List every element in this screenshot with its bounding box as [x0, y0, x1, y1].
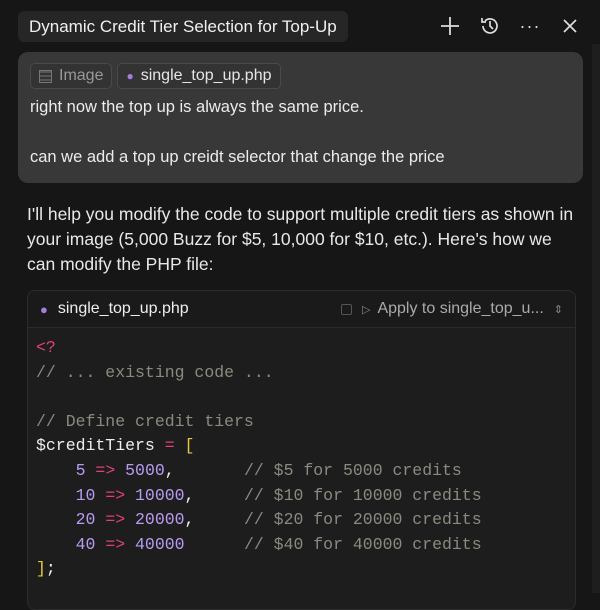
- code-token: 5: [36, 460, 96, 480]
- close-icon: [563, 19, 577, 33]
- code-token: =>: [95, 460, 116, 480]
- code-line: 40 => 40000 // $40 for 40000 credits: [36, 533, 575, 558]
- code-line: <?: [36, 336, 575, 361]
- header-actions: ···: [438, 12, 582, 40]
- code-token: // Define credit tiers: [36, 411, 254, 431]
- code-token: =>: [105, 510, 126, 530]
- image-icon: [39, 69, 52, 83]
- code-token: =>: [105, 534, 126, 554]
- chip-label: Image: [59, 67, 104, 84]
- code-token: // $20 for 20000 credits: [243, 510, 482, 530]
- user-message[interactable]: Image ● single_top_up.php right now the t…: [18, 52, 583, 183]
- code-token: // ... existing code ...: [36, 362, 274, 382]
- code-token: 10: [36, 485, 106, 505]
- code-token: ,: [164, 460, 244, 480]
- code-token: =: [164, 436, 175, 456]
- php-elephant-icon: ●: [40, 301, 48, 317]
- code-token: $creditTiers: [36, 436, 165, 456]
- code-line: ];: [36, 557, 575, 582]
- code-line: $creditTiers = [: [36, 434, 575, 459]
- code-filename[interactable]: single_top_up.php: [58, 300, 189, 318]
- ellipsis-icon: ···: [519, 15, 541, 36]
- code-token: 40000: [125, 534, 185, 554]
- message-line: can we add a top up creidt selector that…: [30, 148, 445, 166]
- copy-icon[interactable]: [340, 303, 352, 315]
- code-block: ● single_top_up.php ▷ Apply to single_top…: [27, 290, 576, 610]
- apply-label: Apply to single_top_u...: [377, 300, 544, 317]
- play-icon: ▷: [361, 303, 371, 316]
- plus-icon: [441, 17, 459, 35]
- history-icon: [481, 18, 498, 34]
- scrollbar[interactable]: [592, 44, 600, 593]
- code-token: [: [184, 436, 195, 456]
- attachment-chip-file[interactable]: ● single_top_up.php: [117, 63, 281, 89]
- apply-button[interactable]: ▷ Apply to single_top_u...: [362, 300, 544, 318]
- assistant-response: I'll help you modify the code to support…: [27, 204, 574, 274]
- code-token: // $5 for 5000 credits: [243, 460, 462, 480]
- code-token: =>: [105, 485, 126, 505]
- history-button[interactable]: [478, 12, 502, 40]
- code-token: // $10 for 10000 credits: [243, 485, 482, 505]
- chat-title: Dynamic Credit Tier Selection for Top-Up: [18, 11, 348, 42]
- attachment-chip-image[interactable]: Image: [30, 63, 113, 89]
- code-token: <?: [36, 338, 56, 357]
- php-elephant-icon: ●: [126, 69, 134, 83]
- more-button[interactable]: ···: [518, 12, 542, 40]
- code-line: 20 => 20000, // $20 for 20000 credits: [36, 508, 575, 533]
- code-line: 5 => 5000, // $5 for 5000 credits: [36, 459, 575, 484]
- code-token: ,: [184, 510, 244, 530]
- code-block-header: ● single_top_up.php ▷ Apply to single_top…: [28, 291, 575, 328]
- code-content: <? // ... existing code ... // Define cred…: [28, 328, 575, 582]
- code-token: ,: [184, 485, 244, 505]
- code-token: 40: [36, 534, 106, 554]
- code-token: // $40 for 40000 credits: [243, 534, 482, 554]
- new-chat-button[interactable]: [438, 12, 462, 40]
- code-line: // Define credit tiers: [36, 410, 575, 435]
- close-button[interactable]: [558, 12, 582, 40]
- code-token: 20000: [125, 510, 185, 530]
- code-token: ;: [45, 559, 56, 579]
- code-token: ]: [36, 559, 46, 579]
- chip-label: single_top_up.php: [140, 67, 272, 84]
- code-token: 10000: [125, 485, 185, 505]
- code-token: 5000: [115, 460, 165, 480]
- message-line: right now the top up is always the same …: [30, 98, 364, 116]
- chevron-updown-icon[interactable]: ⇕: [554, 303, 563, 316]
- code-line: // ... existing code ...: [36, 361, 575, 386]
- code-token: 20: [36, 510, 106, 530]
- code-line: 10 => 10000, // $10 for 10000 credits: [36, 484, 575, 509]
